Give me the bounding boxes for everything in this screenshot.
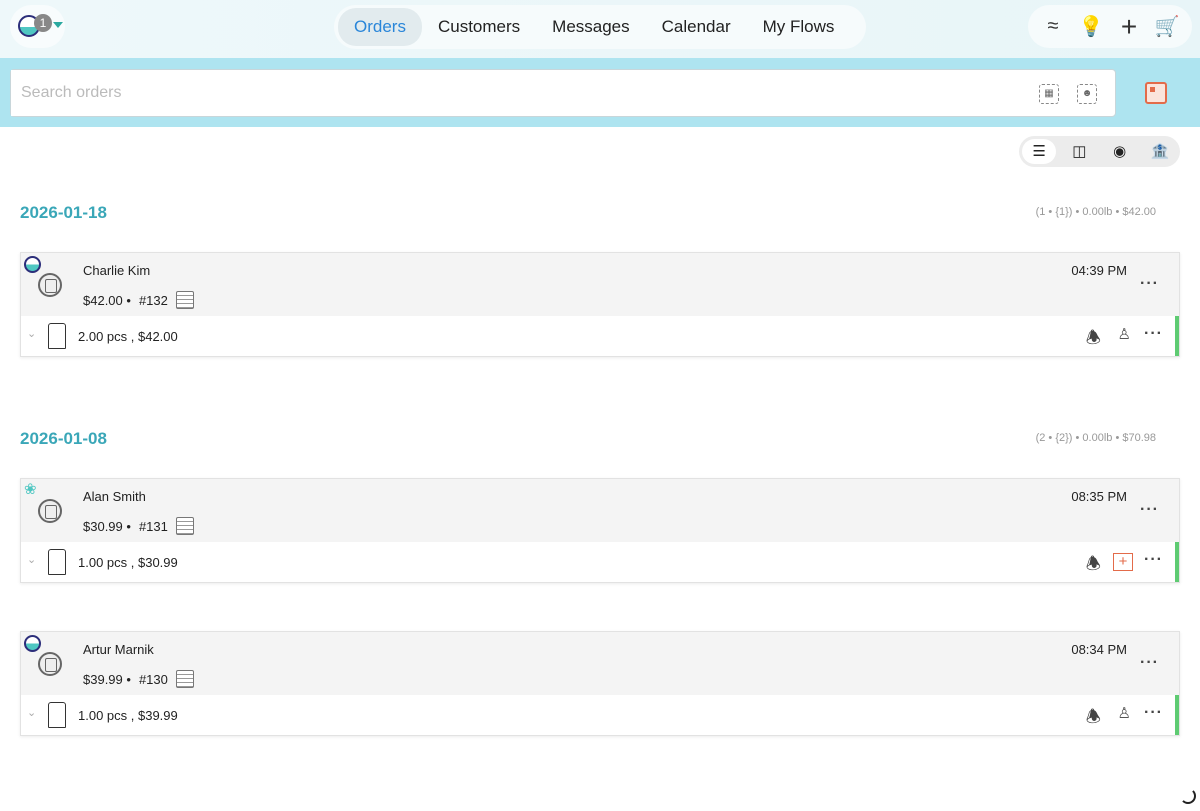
group-date: 2026-01-08 [20, 429, 107, 449]
order-type-icon [38, 273, 62, 297]
receipt-icon[interactable] [176, 291, 194, 309]
shirt-icon [48, 702, 66, 728]
group-summary: (1 • {1}) • 0.00lb • $42.00 [1036, 206, 1156, 218]
lotus-badge-icon: ❀ [24, 482, 41, 499]
order-number: #130 [139, 672, 168, 687]
order-price: $39.99 • [83, 672, 131, 687]
search-input[interactable] [11, 70, 911, 116]
receipt-icon[interactable] [176, 517, 194, 535]
more-icon[interactable]: ··· [1144, 325, 1163, 343]
shirt-icon [48, 549, 66, 575]
view-switcher: ☰ ◫ ◉ 🏦 [1019, 136, 1180, 167]
washer-view-icon[interactable]: ◫ [1062, 139, 1096, 164]
wifi-icon[interactable]: ≈ [1038, 15, 1068, 38]
receipt-icon[interactable] [176, 670, 194, 688]
order-price: $30.99 • [83, 519, 131, 534]
main-nav: Orders Customers Messages Calendar My Fl… [334, 5, 866, 49]
tab-my-flows[interactable]: My Flows [747, 8, 851, 46]
add-to-rack-icon[interactable]: + [1113, 553, 1133, 571]
order-time: 08:35 PM [1071, 489, 1127, 504]
loading-spinner-icon [1180, 788, 1196, 804]
search-band: ▦ ☻ [0, 58, 1200, 127]
item-summary: 1.00 pcs , $39.99 [78, 708, 178, 723]
chevron-down-icon[interactable]: ⌄ [27, 553, 36, 566]
order-card[interactable]: Charlie Kim $42.00 •#132 04:39 PM ··· ⌄ … [20, 252, 1180, 357]
cart-add-icon[interactable]: 🛒 [1152, 14, 1182, 39]
store-count-badge: 1 [34, 14, 52, 32]
lightbulb-icon[interactable]: 💡 [1076, 14, 1106, 39]
qr-scan-icon[interactable]: ▦ [1039, 84, 1059, 104]
customer-name[interactable]: Charlie Kim [83, 263, 150, 278]
group-summary: (2 • {2}) • 0.00lb • $70.98 [1036, 432, 1156, 444]
top-bar: 1 Orders Customers Messages Calendar My … [0, 0, 1200, 58]
coin-view-icon[interactable]: ◉ [1103, 139, 1137, 164]
store-badge-icon [24, 256, 41, 273]
more-icon[interactable]: ··· [1140, 654, 1159, 672]
order-time: 08:34 PM [1071, 642, 1127, 657]
order-type-icon [38, 652, 62, 676]
tab-calendar[interactable]: Calendar [646, 8, 747, 46]
search-box: ▦ ☻ [10, 69, 1116, 117]
customer-name[interactable]: Artur Marnik [83, 642, 154, 657]
order-card[interactable]: Artur Marnik $39.99 • #130 08:34 PM ··· ⌄… [20, 631, 1180, 736]
group-date: 2026-01-18 [20, 203, 107, 223]
person-icon[interactable]: ♙ [1118, 704, 1131, 722]
order-type-icon [38, 499, 62, 523]
bell-icon[interactable]: 🕭 [1086, 704, 1101, 733]
chevron-down-icon [53, 22, 63, 28]
order-number: #132 [139, 293, 168, 308]
person-icon[interactable]: ♙ [1118, 325, 1131, 343]
bell-icon[interactable]: 🕭 [1086, 551, 1101, 580]
chevron-down-icon[interactable]: ⌄ [27, 706, 36, 719]
order-time: 04:39 PM [1071, 263, 1127, 278]
chevron-down-icon[interactable]: ⌄ [27, 327, 36, 340]
bank-view-icon[interactable]: 🏦 [1143, 139, 1177, 164]
bell-icon[interactable]: 🕭 [1086, 325, 1101, 354]
order-card[interactable]: ❀ Alan Smith $30.99 • #131 08:35 PM ··· ⌄… [20, 478, 1180, 583]
more-icon[interactable]: ··· [1140, 501, 1159, 519]
tab-messages[interactable]: Messages [536, 8, 645, 46]
customer-name[interactable]: Alan Smith [83, 489, 146, 504]
tab-customers[interactable]: Customers [422, 8, 536, 46]
list-view-icon[interactable]: ☰ [1022, 139, 1056, 164]
item-summary: 1.00 pcs , $30.99 [78, 555, 178, 570]
more-icon[interactable]: ··· [1140, 275, 1159, 293]
tab-orders[interactable]: Orders [338, 8, 422, 46]
toolbar: ≈ 💡 + 🛒 [1028, 5, 1192, 48]
item-summary: 2.00 pcs , $42.00 [78, 329, 178, 344]
order-number: #131 [139, 519, 168, 534]
face-scan-icon[interactable]: ☻ [1077, 84, 1097, 104]
store-badge-icon [24, 635, 41, 652]
order-price: $42.00 • [83, 293, 131, 308]
shirt-icon [48, 323, 66, 349]
store-switcher[interactable]: 1 [10, 5, 65, 48]
more-icon[interactable]: ··· [1144, 551, 1163, 569]
customer-card-button[interactable] [1145, 82, 1167, 104]
plus-icon[interactable]: + [1114, 11, 1144, 43]
more-icon[interactable]: ··· [1144, 704, 1163, 722]
